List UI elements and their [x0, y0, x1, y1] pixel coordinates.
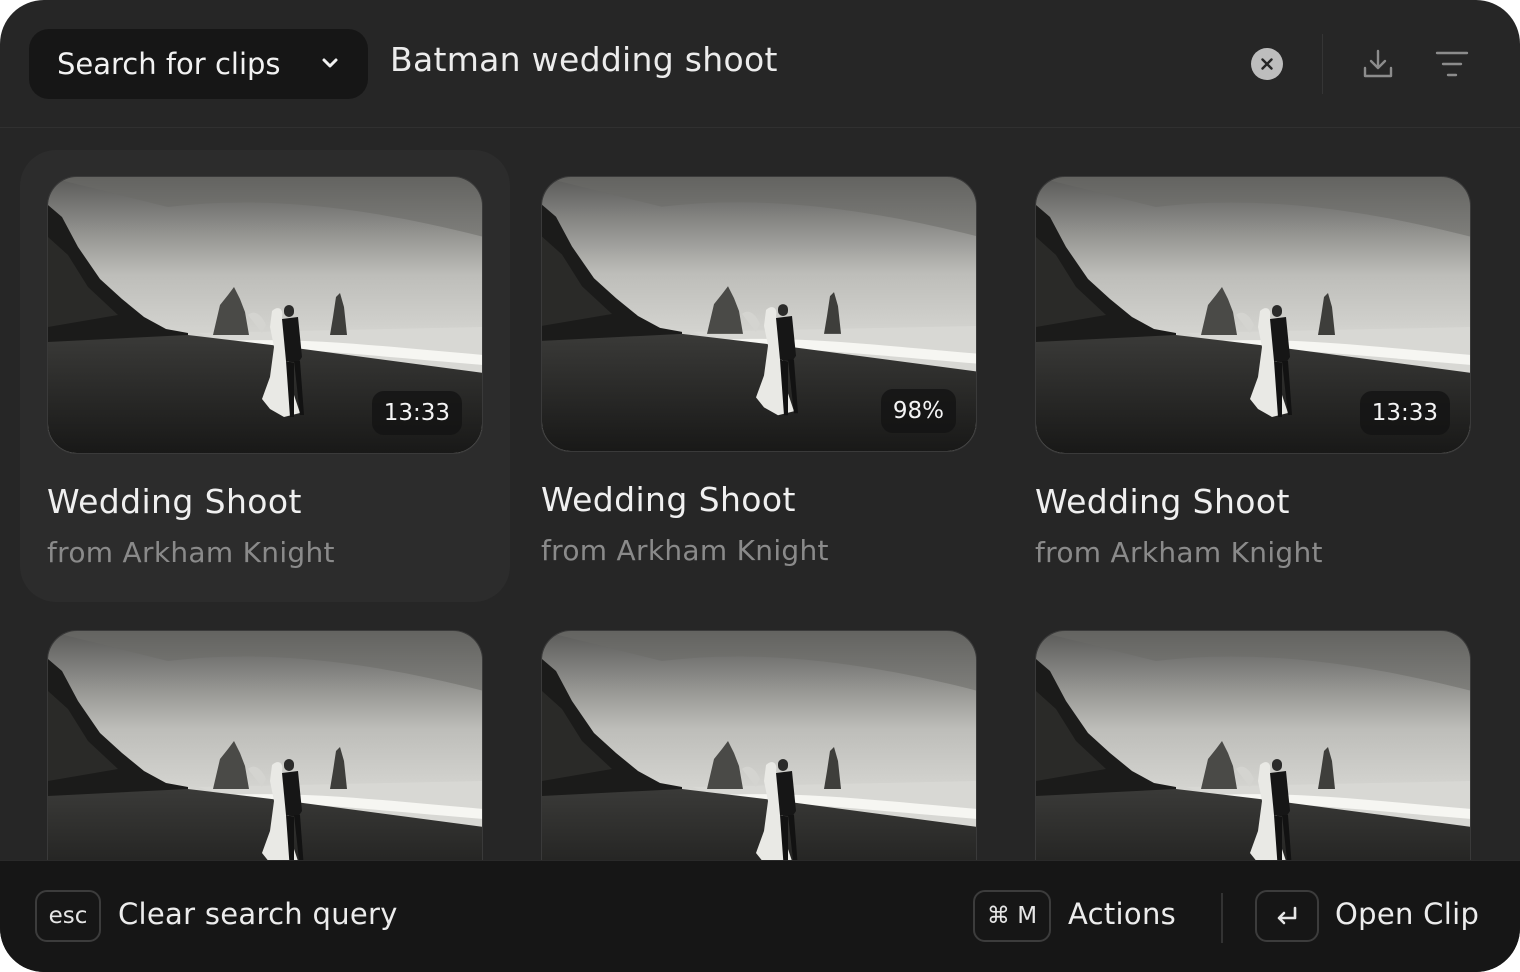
search-header: Search for clips Batman wedding shoot	[0, 0, 1520, 128]
clip-thumbnail: 13:33	[47, 176, 483, 454]
search-scope-dropdown[interactable]: Search for clips	[29, 29, 368, 99]
clip-card[interactable]	[1008, 604, 1498, 908]
action-footer: esc Clear search query ⌘ M Actions Open …	[0, 860, 1520, 972]
clip-results-grid: 13:33 Wedding Shoot from Arkham Knight 9…	[0, 128, 1520, 908]
clip-title: Wedding Shoot	[1035, 482, 1290, 521]
clip-search-window: Search for clips Batman wedding shoot 13…	[0, 0, 1520, 972]
esc-key-hint[interactable]: esc	[35, 890, 101, 942]
clip-thumbnail: 13:33	[1035, 176, 1471, 454]
clip-source: from Arkham Knight	[541, 534, 829, 567]
clip-card[interactable]: 13:33 Wedding Shoot from Arkham Knight	[1008, 150, 1498, 602]
search-input[interactable]: Batman wedding shoot	[390, 40, 778, 79]
actions-label[interactable]: Actions	[1068, 897, 1176, 931]
header-divider	[1322, 34, 1323, 94]
clip-title: Wedding Shoot	[47, 482, 302, 521]
chevron-down-icon	[322, 58, 338, 68]
match-score-badge: 98%	[880, 389, 956, 433]
clip-source: from Arkham Knight	[1035, 536, 1323, 569]
clip-source: from Arkham Knight	[47, 536, 335, 569]
clip-card[interactable]	[20, 604, 510, 908]
clip-card[interactable]: 13:33 Wedding Shoot from Arkham Knight	[20, 150, 510, 602]
download-icon[interactable]	[1360, 46, 1396, 82]
clip-card[interactable]	[514, 604, 1004, 908]
search-scope-label: Search for clips	[57, 47, 281, 81]
enter-key-hint[interactable]	[1255, 890, 1319, 942]
clear-search-query-label[interactable]: Clear search query	[118, 897, 398, 931]
filter-icon[interactable]	[1434, 48, 1470, 80]
clip-thumbnail: 98%	[541, 176, 977, 452]
return-arrow-icon	[1277, 906, 1297, 925]
duration-badge: 13:33	[1359, 391, 1450, 435]
clip-title: Wedding Shoot	[541, 480, 796, 519]
duration-badge: 13:33	[371, 391, 462, 435]
clear-search-button[interactable]	[1251, 48, 1283, 80]
open-clip-label[interactable]: Open Clip	[1335, 897, 1479, 931]
footer-divider	[1221, 893, 1223, 943]
close-icon	[1261, 58, 1273, 70]
cmd-m-key-hint[interactable]: ⌘ M	[973, 890, 1051, 942]
clip-card[interactable]: 98% Wedding Shoot from Arkham Knight	[514, 150, 1004, 602]
